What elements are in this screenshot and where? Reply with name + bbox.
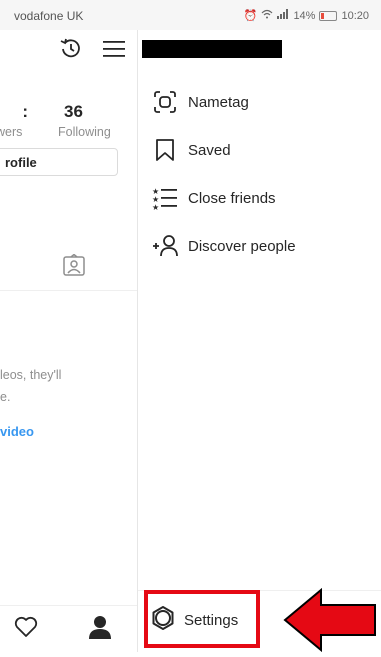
menu-item-saved[interactable]: Saved bbox=[152, 136, 231, 164]
menu-label-nametag: Nametag bbox=[188, 93, 249, 111]
menu-item-nametag[interactable]: Nametag bbox=[152, 88, 249, 116]
menu-icon[interactable] bbox=[102, 39, 126, 64]
carrier-name: vodafone UK bbox=[14, 9, 84, 23]
red-arrow-icon bbox=[283, 587, 377, 657]
settings-highlight-box bbox=[144, 590, 260, 648]
clock: 10:20 bbox=[341, 9, 369, 22]
menu-label-discover-people: Discover people bbox=[188, 237, 296, 255]
share-video-link[interactable]: video bbox=[0, 424, 34, 439]
profile-pane: : 36 wers Following rofile leos, they'll… bbox=[0, 30, 138, 652]
alarm-icon: ⏰ bbox=[243, 10, 258, 22]
status-icons: ⏰ 14% 10:20 bbox=[244, 9, 369, 22]
followers-count: : bbox=[22, 102, 28, 121]
profile-top-icons bbox=[58, 36, 126, 67]
tagged-photos-icon[interactable] bbox=[62, 253, 86, 283]
status-bar: vodafone UK ⏰ 14% 10:20 bbox=[0, 0, 381, 30]
menu-item-close-friends[interactable]: ★ ★ ★ Close friends bbox=[152, 184, 276, 212]
heart-icon[interactable] bbox=[14, 616, 38, 643]
menu-label-close-friends: Close friends bbox=[188, 189, 276, 207]
close-friends-icon: ★ ★ ★ bbox=[152, 185, 178, 211]
redacted-username bbox=[142, 40, 282, 58]
empty-state-text-line1: leos, they'll bbox=[0, 368, 62, 382]
bottom-nav bbox=[0, 605, 137, 652]
edit-profile-label: rofile bbox=[5, 155, 37, 170]
nametag-icon bbox=[152, 89, 178, 115]
add-person-icon bbox=[152, 233, 178, 259]
svg-text:★: ★ bbox=[152, 203, 159, 210]
battery-percent: 14% bbox=[293, 9, 316, 22]
following-label[interactable]: Following bbox=[58, 125, 111, 139]
side-drawer: Nametag Saved ★ ★ ★ Close friends Discover… bbox=[138, 30, 381, 652]
menu-label-saved: Saved bbox=[188, 141, 231, 159]
tab-divider bbox=[0, 290, 137, 291]
archive-icon[interactable] bbox=[58, 36, 84, 67]
bookmark-icon bbox=[152, 137, 178, 163]
battery-icon bbox=[319, 10, 338, 21]
signal-icon bbox=[277, 9, 289, 22]
menu-item-discover-people[interactable]: Discover people bbox=[152, 232, 296, 260]
empty-state-text-line2: e. bbox=[0, 390, 11, 404]
edit-profile-button[interactable]: rofile bbox=[0, 148, 118, 176]
following-count[interactable]: 36 bbox=[64, 102, 83, 122]
followers-label[interactable]: wers bbox=[0, 125, 22, 139]
wifi-icon bbox=[261, 9, 273, 22]
profile-icon[interactable] bbox=[88, 614, 112, 645]
